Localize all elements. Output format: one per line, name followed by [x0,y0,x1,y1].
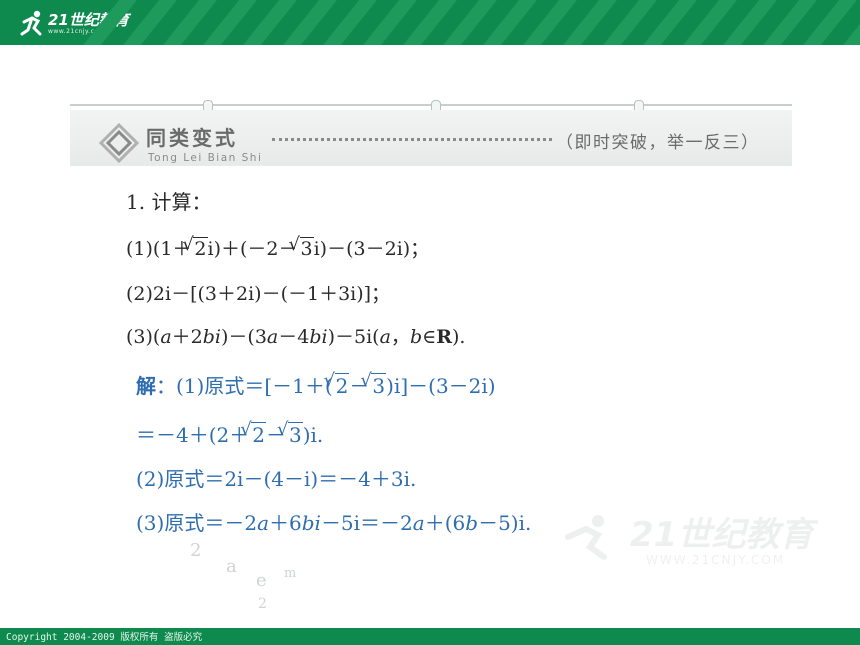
text-run: ＋2 [171,326,203,348]
sqrt-radicand: 2 [240,419,266,447]
top-bar: 21世纪教育 www.21cnjy.com [0,0,860,45]
diamond-emblem-icon [98,122,140,164]
runner-icon [565,515,607,560]
watermark-text: 21世纪教育 [630,515,814,555]
text-run: i)＋(－2－ [207,238,298,260]
var-bi: bi [301,511,321,535]
text-run: (3)原式＝－2 [136,511,258,535]
copyright-text: Copyright 2004-2009 版权所有 盗版必究 [6,632,203,643]
background-math-doodle: a [226,556,237,577]
text-run: ＝－4＋(2＋ [136,423,250,447]
var-bi: bi [309,326,328,348]
text-run: ：(1)原式＝[－1＋( [156,374,333,398]
background-math-doodle: e [256,570,267,591]
runner-icon [20,10,42,36]
var-a: a [266,326,279,348]
solution-line-2: ＝－4＋(2＋2－3)i. [136,419,323,448]
text-run: (3)( [126,326,161,348]
sqrt-radicand: 3 [361,370,387,398]
text-run: －5i＝－2 [320,511,413,535]
background-math-doodle: 2 [190,540,202,561]
watermark-url: WWW.21CNJY.COM [646,553,786,567]
background-math-doodle: 2 [258,596,267,612]
text-run: －4 [278,326,310,348]
text-run: ＋6 [269,511,302,535]
question-title: 1. 计算： [126,190,212,214]
text-run: )i. [302,423,324,447]
solution-line-1: 解：(1)原式＝[－1＋(2－3)i]－(3－2i) [136,370,496,399]
text-run: ＋(6 [424,511,466,535]
question-item-1: (1)(1＋2i)＋(－2－3i)－(3－2i)； [126,234,429,261]
footer-bar: Copyright 2004-2009 版权所有 盗版必究 [0,628,860,645]
solution-label: 解 [136,374,156,398]
text-run: i)－(3－2i)； [313,238,430,260]
text-run: ). [451,326,466,348]
text-run: ， [390,326,410,348]
real-set-symbol: R [436,326,452,348]
sqrt-radicand: 2 [324,370,350,398]
brand-watermark: 21世纪教育 WWW.21CNJY.COM [560,505,820,575]
text-run: )i]－(3－2i) [386,374,496,398]
sqrt-radicand: 3 [277,419,303,447]
var-a: a [160,326,172,348]
text-run: －5)i. [478,511,532,535]
question-item-3: (3)(a＋2bi)－(3a－4bi)－5i(a，b∈R). [126,322,465,349]
var-a: a [412,511,425,535]
var-b: b [409,326,423,348]
sqrt-radicand: 2 [182,234,208,260]
solution-line-3: (2)原式＝2i－(4－i)＝－4＋3i. [136,467,417,491]
var-a: a [379,326,391,348]
banner-pinyin: Tong Lei Bian Shi [148,152,263,164]
banner-title: 同类变式 [146,126,238,150]
var-a: a [257,511,269,535]
text-run: )－(3 [221,326,267,348]
sqrt-radicand: 3 [288,234,314,260]
text-run: )－5i( [327,326,380,348]
solution-line-4: (3)原式＝－2a＋6bi－5i＝－2a＋(6b－5)i. [136,507,531,536]
element-of-symbol: ∈ [422,326,437,348]
question-item-2: (2)2i－[(3＋2i)－(－1＋3i)]； [126,283,391,305]
background-math-doodle: m [284,566,297,581]
banner-dotted-leader [272,138,552,141]
var-bi: bi [202,326,221,348]
header-stripes [83,0,860,45]
var-b: b [465,511,479,535]
banner-subtitle: （即时突破，举一反三） [556,133,760,153]
